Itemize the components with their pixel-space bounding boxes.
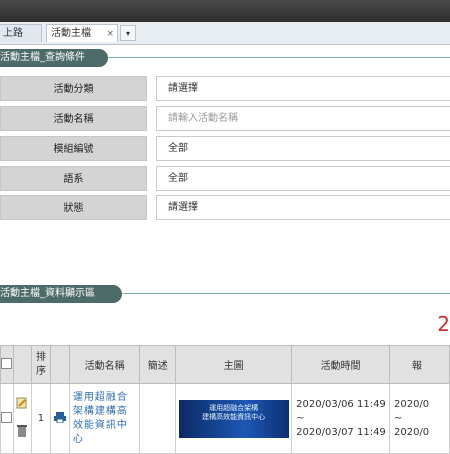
trash-icon[interactable] <box>16 424 28 438</box>
row-checkbox[interactable] <box>1 411 13 423</box>
table-header-row: 排序 活動名稱 簡述 主圖 活動時間 報 <box>0 345 450 384</box>
tab-bar: 上路 活動主檔 × ▾ <box>0 22 450 45</box>
field-label-language: 語系 <box>0 166 147 191</box>
tab-activity-master[interactable]: 活動主檔 × <box>46 24 118 42</box>
table-row: 1 運用超融合架構建構高效能資訊中心 運用超融合架構 建構高效能資訊中心 202… <box>0 383 450 454</box>
row-banner-cell: 運用超融合架構 建構高效能資訊中心 <box>175 383 293 454</box>
col-order-label: 排序 <box>35 351 46 377</box>
name-input[interactable]: 請輸入活動名稱 <box>156 106 450 131</box>
tab-label: 上路 <box>3 28 23 39</box>
col-time: 活動時間 <box>291 345 390 384</box>
edit-icon[interactable] <box>16 397 28 421</box>
banner-image: 運用超融合架構 建構高效能資訊中心 <box>178 399 289 438</box>
category-select[interactable]: 請選擇 <box>156 76 450 101</box>
col-summary: 簡述 <box>139 345 177 384</box>
report-start: 2020/0 <box>393 398 430 410</box>
row-time: 2020/03/06 11:49 ~ 2020/03/07 11:49 <box>291 383 390 454</box>
col-name: 活動名稱 <box>68 345 141 384</box>
language-select[interactable]: 全部 <box>156 166 450 191</box>
field-label-module: 模組編號 <box>0 136 147 161</box>
result-section-title: 活動主檔_資料顯示區 <box>0 285 122 303</box>
report-end: 2020/0 <box>393 426 430 438</box>
row-order: 1 <box>30 383 52 454</box>
row-select-cell <box>0 383 14 454</box>
section-title-text: 活動主檔_查詢條件 <box>0 52 85 63</box>
status-select[interactable]: 請選擇 <box>156 195 450 220</box>
section-title-text: 活動主檔_資料顯示區 <box>0 288 95 299</box>
col-order: 排序 <box>30 345 52 384</box>
close-icon[interactable]: × <box>106 25 114 43</box>
field-label-category: 活動分類 <box>0 76 147 101</box>
time-start: 2020/03/06 11:49 <box>296 398 386 410</box>
row-summary <box>139 383 177 454</box>
chevron-down-icon[interactable]: ▾ <box>120 25 136 41</box>
query-section-title: 活動主檔_查詢條件 <box>0 49 108 67</box>
field-label-status: 狀態 <box>0 195 147 220</box>
module-select[interactable]: 全部 <box>156 136 450 161</box>
print-icon[interactable] <box>54 411 67 424</box>
activity-name-link[interactable]: 運用超融合架構建構高效能資訊中心 <box>68 383 141 454</box>
col-select-all[interactable] <box>0 345 14 384</box>
col-icon <box>50 345 70 384</box>
col-action <box>12 345 32 384</box>
row-report: 2020/0 ~ 2020/0 <box>388 383 450 454</box>
col-banner: 主圖 <box>175 345 293 384</box>
top-header-bar <box>0 0 450 22</box>
time-separator: ~ <box>296 412 305 424</box>
row-icon-cell <box>50 383 70 454</box>
row-actions <box>12 383 32 454</box>
field-label-name: 活動名稱 <box>0 106 147 131</box>
col-report: 報 <box>388 345 450 384</box>
tab-label: 活動主檔 <box>51 28 91 39</box>
select-all-checkbox[interactable] <box>1 357 13 369</box>
banner-text: 運用超融合架構 建構高效能資訊中心 <box>202 403 266 421</box>
report-separator: ~ <box>393 412 403 424</box>
time-end: 2020/03/07 11:49 <box>296 426 386 438</box>
results-table: 排序 活動名稱 簡述 主圖 活動時間 報 1 運用超融合架構建構高效能資訊中心 … <box>0 345 450 454</box>
tab-previous[interactable]: 上路 <box>0 24 42 42</box>
page-indicator[interactable]: 2 <box>437 312 450 336</box>
